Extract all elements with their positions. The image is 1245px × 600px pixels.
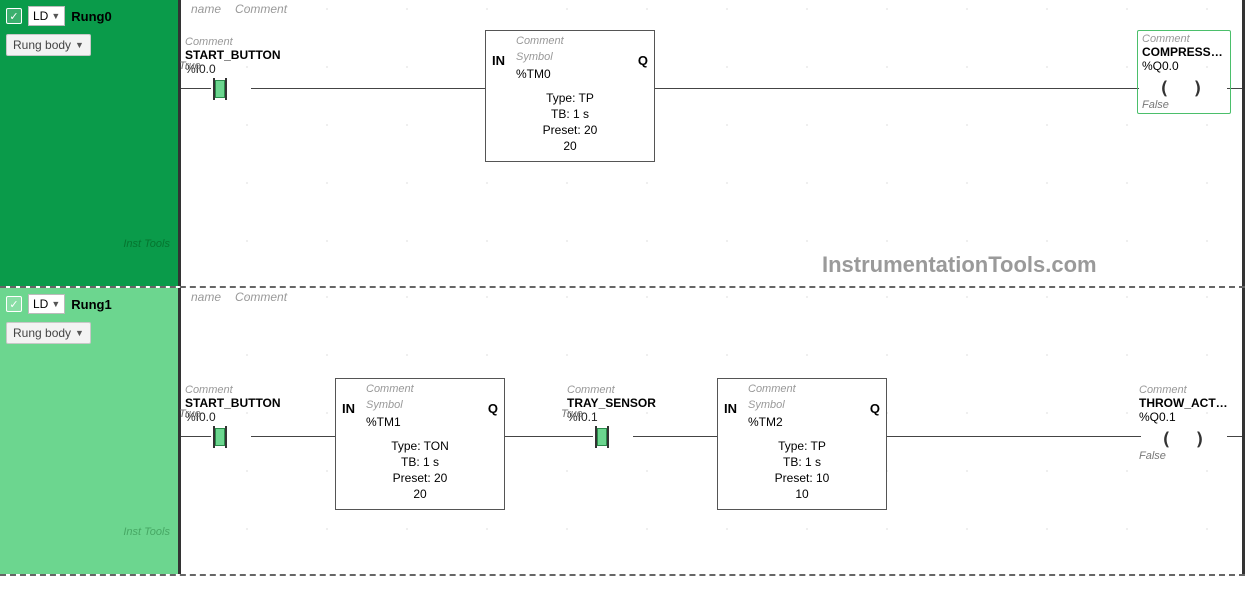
block-timebase: TB: 1 s <box>718 455 886 469</box>
block-symbol: Symbol <box>366 399 403 411</box>
coil-throw-actuator[interactable]: Comment THROW_ACTU... %Q0.1 ( ) False <box>1139 384 1233 462</box>
canvas-header: name Comment <box>191 290 287 304</box>
coil-name: THROW_ACTU... <box>1139 396 1233 410</box>
contact-start-button[interactable]: Comment START_BUTTON %I0.0 True <box>185 36 255 102</box>
sidebar-watermark: Inst Tools <box>123 526 170 538</box>
rail-segment <box>655 88 1139 89</box>
contact-state: True <box>561 408 583 420</box>
sidebar-watermark: Inst Tools <box>123 238 170 250</box>
block-address: %TM1 <box>366 415 401 429</box>
rung-1: ✓ LD ▼ Rung1 Rung body ▼ Inst Tools name… <box>0 288 1245 576</box>
coil-address: %Q0.1 <box>1139 410 1233 424</box>
contact-start-button[interactable]: Comment START_BUTTON %I0.0 True <box>185 384 255 450</box>
block-preset: Preset: 20 <box>336 471 504 485</box>
canvas-header: name Comment <box>191 2 287 16</box>
timer-block-tm2[interactable]: IN Q Comment Symbol %TM2 Type: TP TB: 1 … <box>717 378 887 510</box>
coil-state: False <box>1139 450 1233 462</box>
chevron-down-icon: ▼ <box>51 299 60 309</box>
coil-compression[interactable]: Comment COMPRESSION %Q0.0 ( ) False <box>1137 30 1231 114</box>
block-timebase: TB: 1 s <box>336 455 504 469</box>
rung-enabled-checkbox[interactable]: ✓ <box>6 8 22 24</box>
contact-icon <box>185 426 255 450</box>
coil-name: COMPRESSION <box>1142 45 1226 59</box>
rung-body-label: Rung body <box>13 38 71 52</box>
ladder-canvas[interactable]: name Comment Comment START_BUTTON %I0.0 … <box>178 0 1245 286</box>
comment-label: Comment <box>185 36 255 48</box>
block-symbol: Symbol <box>516 51 553 63</box>
pin-in: IN <box>492 53 505 68</box>
rung-body-selector[interactable]: Rung body ▼ <box>6 34 91 56</box>
rung-sidebar: ✓ LD ▼ Rung1 Rung body ▼ Inst Tools <box>0 288 178 574</box>
pin-in: IN <box>724 401 737 416</box>
block-symbol: Symbol <box>748 399 785 411</box>
block-comment: Comment <box>748 383 796 395</box>
rung-sidebar: ✓ LD ▼ Rung0 Rung body ▼ Inst Tools <box>0 0 178 286</box>
block-type: Type: TON <box>336 439 504 453</box>
comment-label: Comment <box>185 384 255 396</box>
pin-in: IN <box>342 401 355 416</box>
rail-segment <box>251 88 485 89</box>
block-timebase: TB: 1 s <box>486 107 654 121</box>
block-comment: Comment <box>366 383 414 395</box>
block-address: %TM0 <box>516 67 551 81</box>
pin-q: Q <box>638 53 648 68</box>
language-selector[interactable]: LD ▼ <box>28 6 65 26</box>
pin-q: Q <box>488 401 498 416</box>
header-comment-label: Comment <box>235 2 287 16</box>
comment-label: Comment <box>1142 33 1226 45</box>
contact-tray-sensor[interactable]: Comment TRAY_SENSOR %I0.1 True <box>567 384 637 450</box>
block-value: 20 <box>486 139 654 153</box>
coil-address: %Q0.0 <box>1142 59 1226 73</box>
language-label: LD <box>33 9 48 23</box>
rung-body-selector[interactable]: Rung body ▼ <box>6 322 91 344</box>
block-preset: Preset: 20 <box>486 123 654 137</box>
block-type: Type: TP <box>486 91 654 105</box>
rung-body-label: Rung body <box>13 326 71 340</box>
block-value: 20 <box>336 487 504 501</box>
coil-icon: ( ) <box>1139 426 1233 452</box>
block-address: %TM2 <box>748 415 783 429</box>
contact-state: True <box>179 60 201 72</box>
contact-state: True <box>179 408 201 420</box>
rail-segment <box>887 436 1141 437</box>
chevron-down-icon: ▼ <box>51 11 60 21</box>
rung-name[interactable]: Rung1 <box>71 297 111 312</box>
header-name-label: name <box>191 2 221 16</box>
header-comment-label: Comment <box>235 290 287 304</box>
rail-segment <box>633 436 717 437</box>
rung-enabled-checkbox[interactable]: ✓ <box>6 296 22 312</box>
rail-segment <box>251 436 335 437</box>
coil-icon: ( ) <box>1142 75 1226 101</box>
rung-0: ✓ LD ▼ Rung0 Rung body ▼ Inst Tools name… <box>0 0 1245 288</box>
block-type: Type: TP <box>718 439 886 453</box>
timer-block-tm1[interactable]: IN Q Comment Symbol %TM1 Type: TON TB: 1… <box>335 378 505 510</box>
contact-icon <box>567 426 637 450</box>
chevron-down-icon: ▼ <box>75 40 84 50</box>
ladder-canvas[interactable]: name Comment Comment START_BUTTON %I0.0 … <box>178 288 1245 574</box>
language-label: LD <box>33 297 48 311</box>
header-name-label: name <box>191 290 221 304</box>
chevron-down-icon: ▼ <box>75 328 84 338</box>
rung-name[interactable]: Rung0 <box>71 9 111 24</box>
pin-q: Q <box>870 401 880 416</box>
block-preset: Preset: 10 <box>718 471 886 485</box>
comment-label: Comment <box>1139 384 1233 396</box>
comment-label: Comment <box>567 384 637 396</box>
coil-state: False <box>1142 99 1226 111</box>
block-comment: Comment <box>516 35 564 47</box>
language-selector[interactable]: LD ▼ <box>28 294 65 314</box>
timer-block-tm0[interactable]: IN Q Comment Symbol %TM0 Type: TP TB: 1 … <box>485 30 655 162</box>
block-value: 10 <box>718 487 886 501</box>
contact-icon <box>185 78 255 102</box>
